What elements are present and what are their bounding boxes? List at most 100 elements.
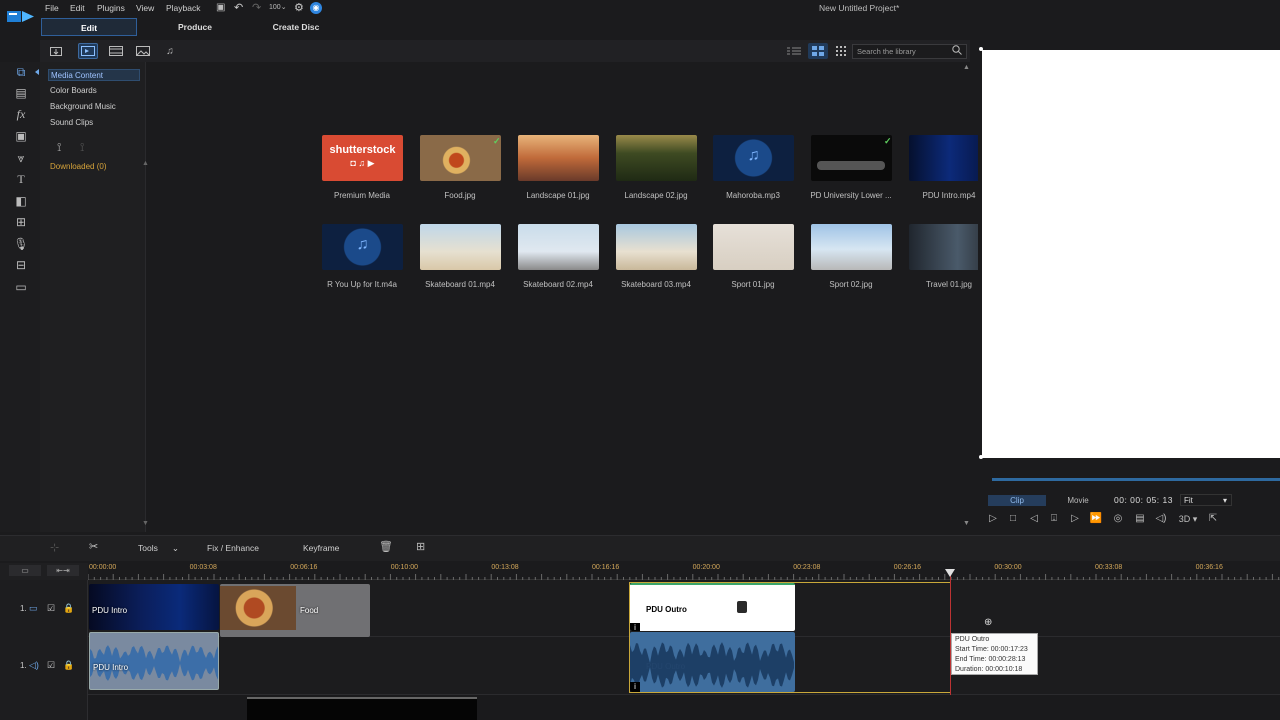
clip-mode-button[interactable]: Clip: [988, 495, 1046, 506]
search-icon[interactable]: [952, 45, 962, 57]
voiceover-icon[interactable]: 🎙: [13, 237, 29, 251]
fx-room-icon[interactable]: fx: [13, 107, 29, 121]
particle-room-icon[interactable]: ⩔: [13, 151, 29, 165]
account-icon[interactable]: ◉: [310, 2, 322, 14]
transition-room-icon[interactable]: ◧: [13, 194, 29, 208]
media-thumbnail[interactable]: [420, 224, 501, 270]
timeline-view-icon[interactable]: ▭: [9, 565, 41, 576]
media-thumbnail[interactable]: [616, 135, 697, 181]
grid-scroll-down-icon[interactable]: ▼: [963, 520, 970, 527]
zoom-dropdown[interactable]: 100⌄: [269, 3, 287, 11]
clip-pdu-intro-audio[interactable]: PDU Intro: [89, 632, 219, 690]
media-thumbnail[interactable]: [811, 224, 892, 270]
media-filter-all-icon[interactable]: [78, 43, 98, 59]
play-icon[interactable]: ▷: [986, 512, 1000, 526]
add-tag-icon[interactable]: ⟟: [57, 140, 61, 155]
overlay-track-clip[interactable]: [247, 697, 477, 720]
image-filter-icon[interactable]: [133, 43, 153, 59]
ruler-label: 00:00:00: [89, 564, 117, 571]
list-view-icon[interactable]: [784, 43, 804, 59]
menu-view[interactable]: View: [136, 3, 154, 13]
fast-forward-icon[interactable]: ⏩: [1089, 512, 1103, 526]
more-options-icon[interactable]: ⊞: [416, 540, 425, 553]
media-thumbnail[interactable]: [811, 135, 892, 181]
audio-track-lock-icon[interactable]: 🔒: [63, 660, 74, 671]
tab-edit[interactable]: Edit: [41, 18, 137, 36]
tools-dropdown[interactable]: Tools ⌄: [138, 543, 179, 554]
media-thumbnail[interactable]: [518, 135, 599, 181]
grid-scroll-up-icon[interactable]: ▲: [963, 64, 970, 71]
large-grid-icon[interactable]: [831, 43, 851, 59]
fix-enhance-button[interactable]: Fix / Enhance: [207, 543, 259, 553]
timeline-toolbar: [0, 535, 1280, 561]
media-thumbnail[interactable]: [420, 135, 501, 181]
fit-timeline-icon[interactable]: ⇤⇥: [47, 565, 79, 576]
audio-filter-icon[interactable]: ♫: [160, 43, 180, 59]
media-thumbnail[interactable]: shutterstock ◘ ♫ ▶: [322, 135, 403, 181]
next-frame-icon[interactable]: ▷: [1068, 512, 1082, 526]
clip-pdu-intro-video[interactable]: PDU Intro: [89, 584, 219, 630]
menu-plugins[interactable]: Plugins: [97, 3, 125, 13]
template-room-icon[interactable]: ▤: [13, 86, 29, 100]
track-manager-icon[interactable]: ⊹: [50, 541, 59, 554]
snapshot-icon[interactable]: ◎: [1111, 512, 1125, 526]
undo-icon[interactable]: ↶: [234, 1, 243, 14]
subtitle-icon[interactable]: ▤: [1133, 512, 1147, 526]
preview-seek-bar[interactable]: [992, 478, 1280, 481]
menu-file[interactable]: File: [45, 3, 59, 13]
movie-mode-button[interactable]: Movie: [1052, 495, 1104, 506]
previous-frame-icon[interactable]: ◁: [1027, 512, 1041, 526]
video-track-lock-icon[interactable]: 🔒: [63, 603, 74, 614]
search-input[interactable]: Search the library: [852, 44, 967, 59]
volume-icon[interactable]: ◁): [1154, 512, 1168, 526]
tree-background-music[interactable]: Background Music: [48, 101, 140, 113]
tree-color-boards[interactable]: Color Boards: [48, 85, 140, 97]
info-icon[interactable]: i: [630, 682, 640, 692]
tree-scroll-up-icon[interactable]: ▲: [142, 160, 149, 167]
tree-media-content[interactable]: Media Content: [48, 69, 140, 81]
downloaded-folder[interactable]: Downloaded (0): [50, 162, 106, 171]
tree-scroll-down-icon[interactable]: ▼: [142, 520, 149, 527]
media-thumbnail[interactable]: [518, 224, 599, 270]
delete-icon[interactable]: 🗑: [379, 540, 393, 553]
audio-mixing-icon[interactable]: ⊞: [13, 215, 29, 229]
remove-tag-icon[interactable]: ⟟: [80, 140, 84, 155]
info-icon[interactable]: i: [630, 623, 640, 631]
media-thumbnail[interactable]: ♫: [322, 224, 403, 270]
3d-dropdown[interactable]: 3D ▾: [1176, 512, 1200, 526]
media-room-icon[interactable]: ⧉: [13, 65, 29, 79]
subtitle-room-icon[interactable]: ▭: [13, 280, 29, 294]
media-thumbnail[interactable]: ♫: [713, 135, 794, 181]
chapter-room-icon[interactable]: ⊟: [13, 258, 29, 272]
split-icon[interactable]: ⍗: [1047, 512, 1061, 526]
keyframe-button[interactable]: Keyframe: [303, 543, 339, 553]
menu-edit[interactable]: Edit: [70, 3, 85, 13]
clip-pdu-outro-video[interactable]: PDU Outro i: [630, 583, 795, 631]
playhead-handle-icon[interactable]: [945, 569, 955, 577]
stop-icon[interactable]: □: [1006, 512, 1020, 526]
clip-pdu-outro-audio[interactable]: PDU Outro i: [630, 632, 795, 692]
menu-playback[interactable]: Playback: [166, 3, 201, 13]
media-thumbnail[interactable]: [616, 224, 697, 270]
audio-track-checkbox[interactable]: ☑: [47, 660, 55, 671]
undock-preview-icon[interactable]: ⇱: [1206, 512, 1220, 526]
import-media-icon[interactable]: [46, 43, 66, 59]
video-track-checkbox[interactable]: ☑: [47, 603, 55, 614]
media-thumbnail[interactable]: [713, 224, 794, 270]
redo-icon[interactable]: ↷: [252, 1, 261, 14]
media-label: R You Up for It.m4a: [327, 280, 397, 289]
in-use-check-icon: ✓: [493, 136, 501, 146]
grid-view-icon[interactable]: [808, 43, 828, 59]
tab-create-disc[interactable]: Create Disc: [250, 18, 342, 36]
ruler-label: 00:33:08: [1095, 564, 1123, 571]
split-clip-icon[interactable]: ✂: [89, 540, 98, 553]
video-filter-icon[interactable]: [106, 43, 126, 59]
tab-produce[interactable]: Produce: [150, 18, 240, 36]
fit-dropdown[interactable]: Fit ▾: [1180, 494, 1232, 506]
save-icon[interactable]: ▣: [216, 2, 225, 13]
settings-icon[interactable]: ⚙: [294, 1, 304, 14]
title-room-icon[interactable]: T: [13, 172, 29, 186]
clip-food[interactable]: Food: [220, 584, 370, 637]
pip-room-icon[interactable]: ▣: [13, 129, 29, 143]
tree-sound-clips[interactable]: Sound Clips: [48, 117, 140, 129]
